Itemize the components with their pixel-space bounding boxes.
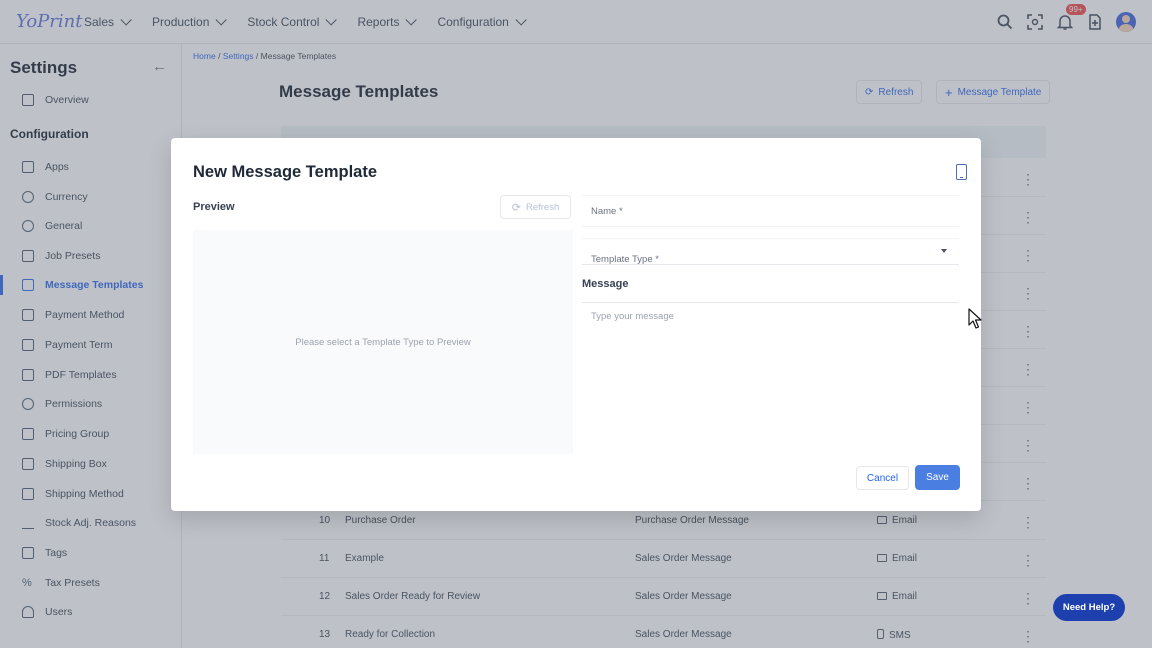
dialog-title: New Message Template [193, 163, 378, 181]
message-placeholder: Type your message [591, 311, 674, 322]
need-help-button[interactable]: Need Help? [1053, 594, 1125, 621]
cancel-button[interactable]: Cancel [856, 466, 909, 490]
save-button[interactable]: Save [915, 465, 960, 490]
preview-label: Preview [193, 201, 235, 213]
new-message-template-dialog: New Message Template Preview ⟳ Refresh Pl… [171, 138, 981, 511]
refresh-icon: ⟳ [511, 201, 521, 214]
name-field[interactable]: Name * [582, 195, 959, 227]
template-type-label: Template Type * [591, 254, 659, 265]
preview-refresh-button[interactable]: ⟳ Refresh [500, 195, 571, 219]
refresh-label: Refresh [525, 201, 560, 213]
preview-empty-text: Please select a Template Type to Preview [295, 336, 471, 348]
caret-down-icon [941, 249, 947, 253]
preview-panel: Please select a Template Type to Preview [193, 230, 573, 454]
message-label: Message [582, 278, 629, 290]
mobile-preview-icon[interactable] [956, 164, 967, 180]
message-textarea[interactable]: Type your message [582, 302, 959, 450]
template-type-select[interactable]: Template Type * [582, 238, 959, 265]
name-field-label: Name * [591, 206, 623, 217]
